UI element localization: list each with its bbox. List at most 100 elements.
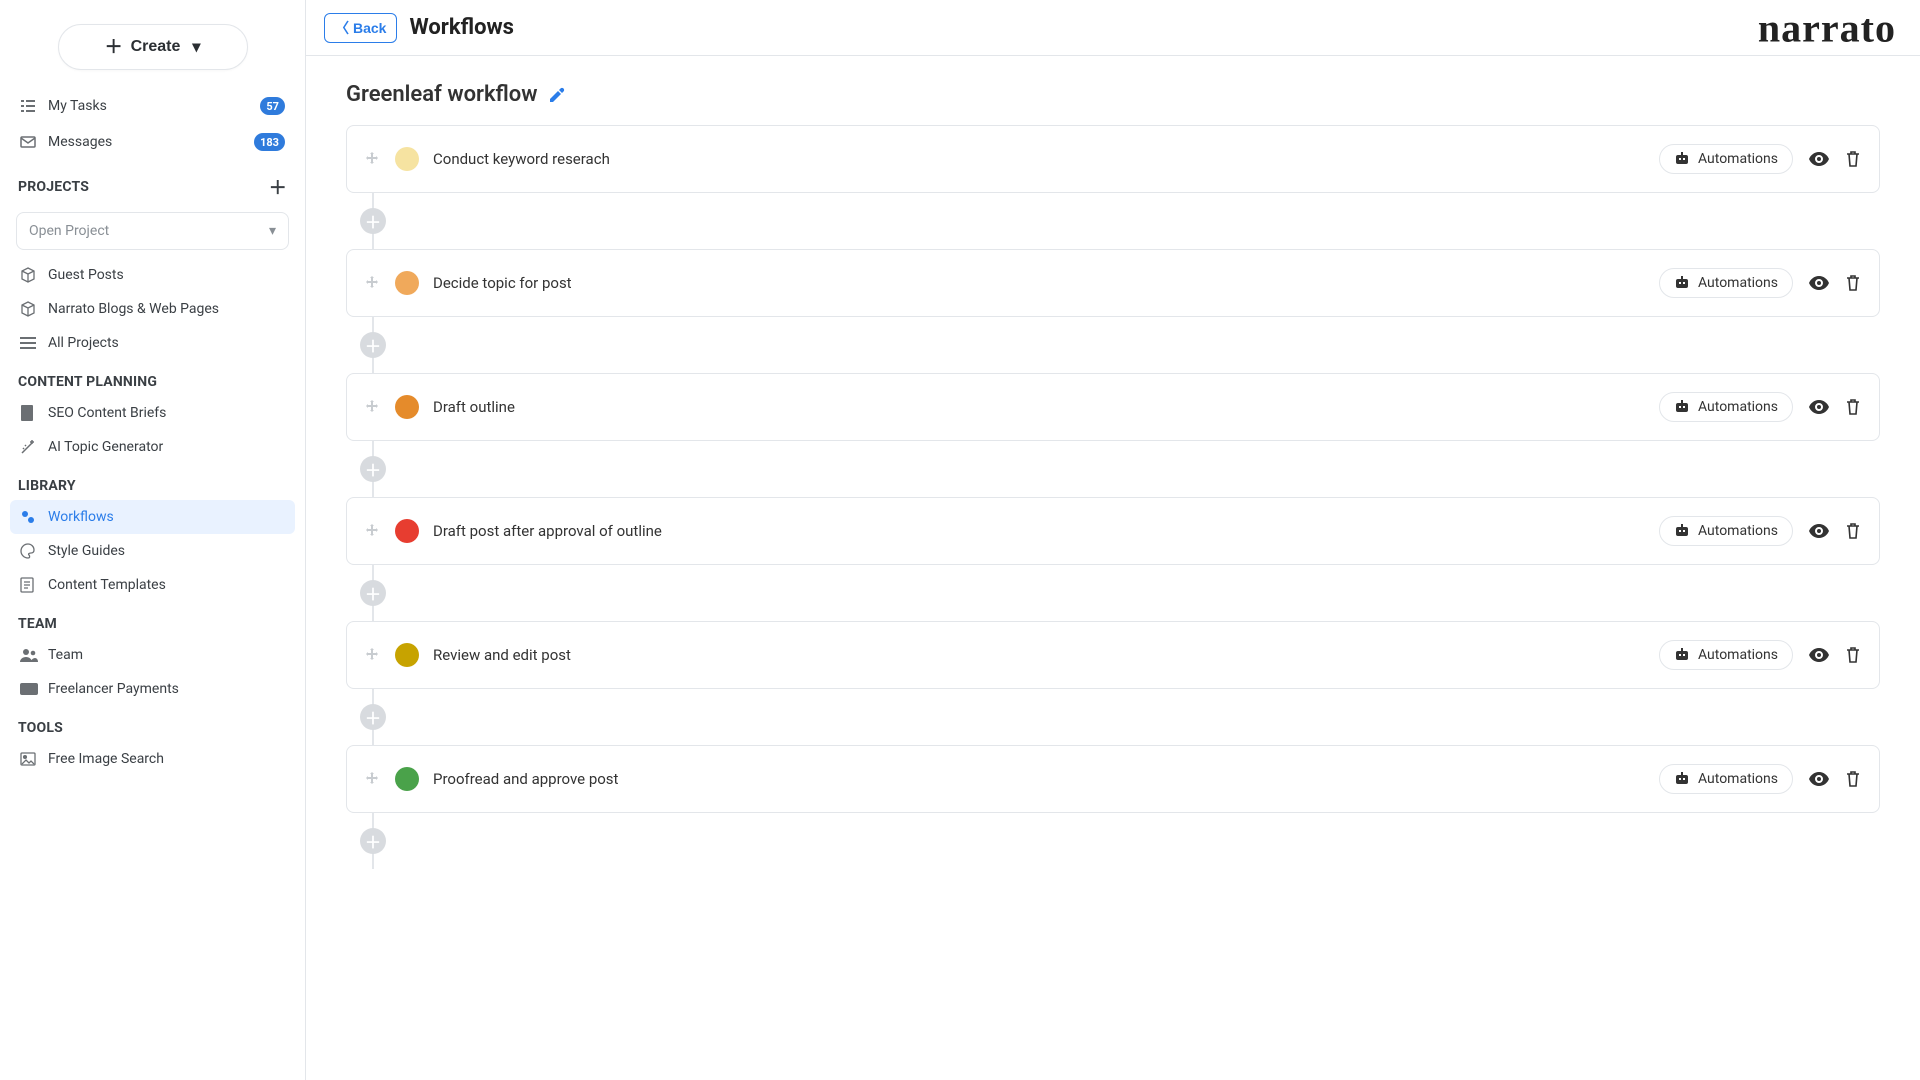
section-head-team: TEAM	[10, 602, 295, 638]
sidebar-item-style-guides[interactable]: Style Guides	[10, 534, 295, 568]
visibility-button[interactable]	[1809, 772, 1829, 786]
sidebar-item-label: My Tasks	[48, 98, 250, 114]
edit-title-button[interactable]	[548, 86, 566, 104]
sidebar-item-messages[interactable]: Messages 183	[10, 124, 295, 160]
workflow-title: Greenleaf workflow	[346, 82, 538, 107]
drag-handle-icon[interactable]	[365, 400, 379, 414]
payment-icon	[20, 683, 38, 695]
page-title: Workflows	[409, 15, 514, 40]
workflow-step: Draft outline Automations	[346, 373, 1880, 441]
step-name: Draft outline	[433, 398, 1659, 416]
cube-icon	[20, 267, 38, 283]
section-head-projects: PROJECTS ＋	[10, 160, 295, 206]
step-color-dot	[395, 643, 419, 667]
automations-label: Automations	[1698, 275, 1778, 291]
list-icon	[20, 336, 38, 350]
automations-button[interactable]: Automations	[1659, 764, 1793, 794]
workflow-step: Review and edit postAutomations	[346, 621, 1880, 689]
content: Greenleaf workflow Conduct keyword reser…	[306, 56, 1920, 929]
bot-icon	[1674, 400, 1690, 414]
sidebar-item-team[interactable]: Team	[10, 638, 295, 672]
magic-wand-icon	[20, 439, 38, 455]
sidebar-item-label: All Projects	[48, 335, 285, 351]
visibility-button[interactable]	[1809, 524, 1829, 538]
sidebar-item-all-projects[interactable]: All Projects	[10, 326, 295, 360]
visibility-button[interactable]	[1809, 152, 1829, 166]
sidebar-item-my-tasks[interactable]: My Tasks 57	[10, 88, 295, 124]
automations-button[interactable]: Automations	[1659, 640, 1793, 670]
cube-icon	[20, 301, 38, 317]
sidebar-item-label: Style Guides	[48, 543, 285, 559]
section-head-library: LIBRARY	[10, 464, 295, 500]
sidebar-item-label: Freelancer Payments	[48, 681, 285, 697]
sidebar-item-label: SEO Content Briefs	[48, 405, 285, 421]
chevron-down-icon: ▾	[192, 37, 200, 57]
delete-step-button[interactable]	[1845, 150, 1861, 168]
step-color-dot	[395, 147, 419, 171]
open-project-select[interactable]: Open Project ▾	[16, 212, 289, 250]
create-button[interactable]: ＋ Create ▾	[58, 24, 248, 70]
visibility-button[interactable]	[1809, 400, 1829, 414]
add-step-between: ＋	[346, 317, 1880, 373]
sidebar-item-label: Workflows	[48, 509, 285, 525]
add-step-button[interactable]: ＋	[360, 456, 386, 482]
delete-step-button[interactable]	[1845, 522, 1861, 540]
delete-step-button[interactable]	[1845, 646, 1861, 664]
image-icon	[20, 752, 38, 766]
sidebar-item-freelancer-payments[interactable]: Freelancer Payments	[10, 672, 295, 706]
sidebar-item-content-templates[interactable]: Content Templates	[10, 568, 295, 602]
add-step-button[interactable]: ＋	[360, 580, 386, 606]
drag-handle-icon[interactable]	[365, 152, 379, 166]
automations-button[interactable]: Automations	[1659, 144, 1793, 174]
plus-icon: ＋	[105, 38, 123, 56]
sidebar-item-guest-posts[interactable]: Guest Posts	[10, 258, 295, 292]
automations-button[interactable]: Automations	[1659, 516, 1793, 546]
section-head-content-planning: CONTENT PLANNING	[10, 360, 295, 396]
chevron-down-icon: ▾	[269, 223, 276, 239]
sidebar-item-ai-topic-generator[interactable]: AI Topic Generator	[10, 430, 295, 464]
delete-step-button[interactable]	[1845, 770, 1861, 788]
add-step-button[interactable]: ＋	[360, 332, 386, 358]
sidebar-item-label: Content Templates	[48, 577, 285, 593]
drag-handle-icon[interactable]	[365, 772, 379, 786]
workflow-step: Decide topic for postAutomations	[346, 249, 1880, 317]
bot-icon	[1674, 276, 1690, 290]
add-project-button[interactable]: ＋	[269, 174, 287, 200]
section-title: PROJECTS	[18, 179, 89, 195]
add-step-button[interactable]: ＋	[360, 208, 386, 234]
automations-label: Automations	[1698, 771, 1778, 787]
automations-button[interactable]: Automations	[1659, 392, 1793, 422]
visibility-button[interactable]	[1809, 276, 1829, 290]
add-step-button[interactable]: ＋	[360, 704, 386, 730]
section-title: LIBRARY	[18, 478, 76, 494]
drag-handle-icon[interactable]	[365, 648, 379, 662]
automations-button[interactable]: Automations	[1659, 268, 1793, 298]
add-step-between: ＋	[346, 565, 1880, 621]
sidebar-item-free-image-search[interactable]: Free Image Search	[10, 742, 295, 776]
sidebar-item-narrato-blogs[interactable]: Narrato Blogs & Web Pages	[10, 292, 295, 326]
topbar: 〈 Back Workflows narrato	[306, 0, 1920, 56]
chevron-left-icon: 〈	[335, 18, 349, 38]
brand-logo: narrato	[1758, 4, 1896, 51]
automations-label: Automations	[1698, 399, 1778, 415]
envelope-icon	[20, 136, 38, 148]
sidebar-item-label: Free Image Search	[48, 751, 285, 767]
sidebar-item-seo-briefs[interactable]: SEO Content Briefs	[10, 396, 295, 430]
back-button[interactable]: 〈 Back	[324, 13, 397, 43]
sidebar-item-workflows[interactable]: Workflows	[10, 500, 295, 534]
section-title: TOOLS	[18, 720, 63, 736]
delete-step-button[interactable]	[1845, 274, 1861, 292]
tasks-icon	[20, 98, 38, 114]
delete-step-button[interactable]	[1845, 398, 1861, 416]
automations-label: Automations	[1698, 523, 1778, 539]
sidebar: ＋ Create ▾ My Tasks 57 Messages 183 PROJ…	[0, 0, 306, 1080]
drag-handle-icon[interactable]	[365, 276, 379, 290]
drag-handle-icon[interactable]	[365, 524, 379, 538]
add-step-button[interactable]: ＋	[360, 828, 386, 854]
step-color-dot	[395, 271, 419, 295]
sidebar-item-label: Narrato Blogs & Web Pages	[48, 301, 285, 317]
visibility-button[interactable]	[1809, 648, 1829, 662]
step-name: Review and edit post	[433, 646, 1659, 664]
add-step-between: ＋	[346, 441, 1880, 497]
section-title: CONTENT PLANNING	[18, 374, 157, 390]
